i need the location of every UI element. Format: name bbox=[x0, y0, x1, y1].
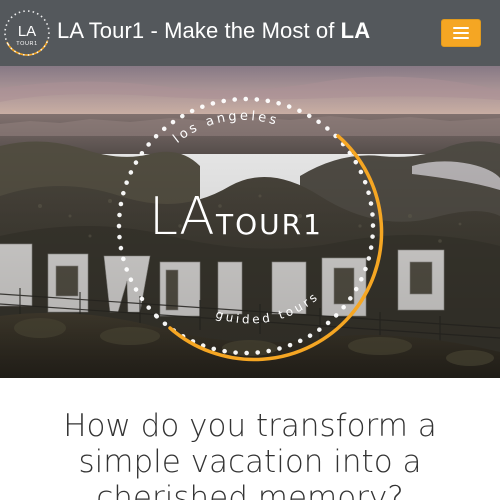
intro-heading: How do you transform a simple vacation i… bbox=[0, 408, 500, 500]
hero-image: los angeles guided tours LA TOUR1 bbox=[0, 66, 500, 378]
site-title-prefix: LA Tour1 - Make the Most of bbox=[57, 18, 341, 43]
hero-logo-la: LA bbox=[149, 187, 215, 247]
hero-logo-tour1: TOUR1 bbox=[215, 208, 323, 241]
site-title-bold: LA bbox=[340, 18, 371, 43]
menu-toggle-button[interactable] bbox=[441, 19, 481, 47]
hamburger-menu-icon bbox=[453, 27, 469, 29]
intro-heading-line2: simple vacation into a bbox=[78, 444, 422, 480]
intro-heading-line1: How do you transform a bbox=[63, 408, 437, 444]
navbar: LA TOUR1 LA Tour1 - Make the Most of LA bbox=[0, 0, 500, 66]
logo-text-la: LA bbox=[18, 23, 36, 40]
intro-heading-line3: cherished memory? bbox=[96, 480, 404, 500]
hero-banner: los angeles guided tours LA TOUR1 bbox=[0, 66, 500, 378]
site-title[interactable]: LA Tour1 - Make the Most of LA bbox=[57, 17, 370, 45]
logo-text-tour1: TOUR1 bbox=[16, 41, 38, 47]
site-logo[interactable]: LA TOUR1 bbox=[3, 9, 51, 57]
